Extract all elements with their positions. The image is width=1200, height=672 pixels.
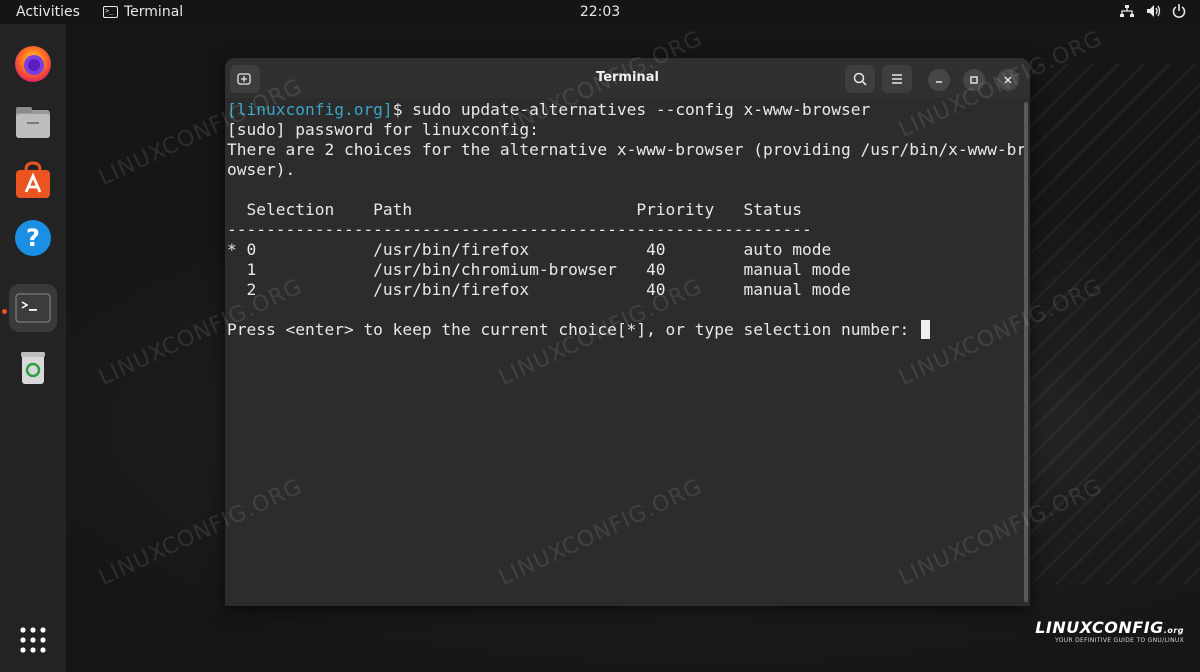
table-row: 1 /usr/bin/chromium-browser 40 manual mo… xyxy=(227,260,851,279)
terminal-line: There are 2 choices for the alternative … xyxy=(227,140,1027,159)
terminal-app-icon: >_ xyxy=(103,6,118,18)
close-button[interactable] xyxy=(997,69,1019,91)
logo-name: LINUXCONFIG xyxy=(1035,618,1164,637)
app-menu-label: Terminal xyxy=(124,4,184,20)
dock-files[interactable] xyxy=(9,98,57,146)
scrollbar[interactable] xyxy=(1024,102,1028,602)
logo-tagline: YOUR DEFINITIVE GUIDE TO GNU/LINUX xyxy=(1055,637,1184,644)
dock-terminal[interactable] xyxy=(9,284,57,332)
selection-prompt: Press <enter> to keep the current choice… xyxy=(227,320,919,339)
terminal-line: [sudo] password for linuxconfig: xyxy=(227,120,539,139)
terminal-icon xyxy=(15,293,51,323)
terminal-line: [linuxconfig.org]$ sudo update-alternati… xyxy=(227,100,870,120)
new-tab-icon xyxy=(237,73,251,85)
power-icon[interactable] xyxy=(1172,3,1186,19)
network-icon[interactable] xyxy=(1120,3,1134,19)
dock: ? xyxy=(0,24,66,672)
terminal-title: Terminal xyxy=(596,70,659,85)
terminal-headerbar[interactable]: Terminal xyxy=(225,58,1030,98)
app-center-icon xyxy=(16,161,50,198)
table-header-line: Selection Path Priority Status xyxy=(227,200,802,219)
menu-button[interactable] xyxy=(882,65,912,93)
app-menu[interactable]: >_ Terminal xyxy=(103,4,183,20)
close-icon xyxy=(1004,76,1012,84)
logo-wordmark: LINUXCONFIG.org xyxy=(1035,618,1184,637)
new-tab-button[interactable] xyxy=(230,65,260,93)
dock-firefox[interactable] xyxy=(9,40,57,88)
trash-icon xyxy=(21,352,45,384)
terminal-window[interactable]: Terminal [linuxconfig.org]$ sudo update-… xyxy=(225,58,1030,606)
activities-button[interactable]: Activities xyxy=(16,4,80,20)
logo-suffix: .org xyxy=(1163,626,1184,635)
command-text: $ sudo update-alternatives --config x-ww… xyxy=(392,100,871,119)
help-icon: ? xyxy=(15,220,51,256)
dock-trash[interactable] xyxy=(9,344,57,392)
table-row: 2 /usr/bin/firefox 40 manual mode xyxy=(227,280,851,299)
firefox-icon xyxy=(15,46,51,82)
dock-app-center[interactable] xyxy=(9,156,57,204)
text-cursor xyxy=(920,320,930,339)
svg-text:?: ? xyxy=(26,224,40,252)
top-bar: Activities >_ Terminal 22:03 xyxy=(0,0,1200,24)
minimize-button[interactable] xyxy=(928,69,950,91)
dock-show-apps[interactable] xyxy=(9,616,57,664)
maximize-icon xyxy=(970,76,978,84)
search-button[interactable] xyxy=(845,65,875,93)
files-icon xyxy=(16,107,50,138)
terminal-output[interactable]: [linuxconfig.org]$ sudo update-alternati… xyxy=(225,98,1030,606)
linuxconfig-logo: LINUXCONFIG.org YOUR DEFINITIVE GUIDE TO… xyxy=(1035,618,1184,644)
table-row: * 0 /usr/bin/firefox 40 auto mode xyxy=(227,240,832,259)
volume-icon[interactable] xyxy=(1146,3,1161,19)
hamburger-icon xyxy=(892,74,902,84)
minimize-icon xyxy=(936,81,942,83)
terminal-line: owser). xyxy=(227,160,296,179)
table-divider-line: ----------------------------------------… xyxy=(227,220,812,239)
search-icon xyxy=(853,72,867,86)
system-tray[interactable] xyxy=(1120,3,1186,19)
dock-help[interactable]: ? xyxy=(9,214,57,262)
shell-prompt: [linuxconfig.org] xyxy=(227,100,393,119)
grid-icon xyxy=(20,627,46,653)
running-indicator xyxy=(2,309,7,314)
input-prompt-line[interactable]: Press <enter> to keep the current choice… xyxy=(227,320,930,340)
maximize-button[interactable] xyxy=(963,69,985,91)
clock[interactable]: 22:03 xyxy=(580,4,620,20)
